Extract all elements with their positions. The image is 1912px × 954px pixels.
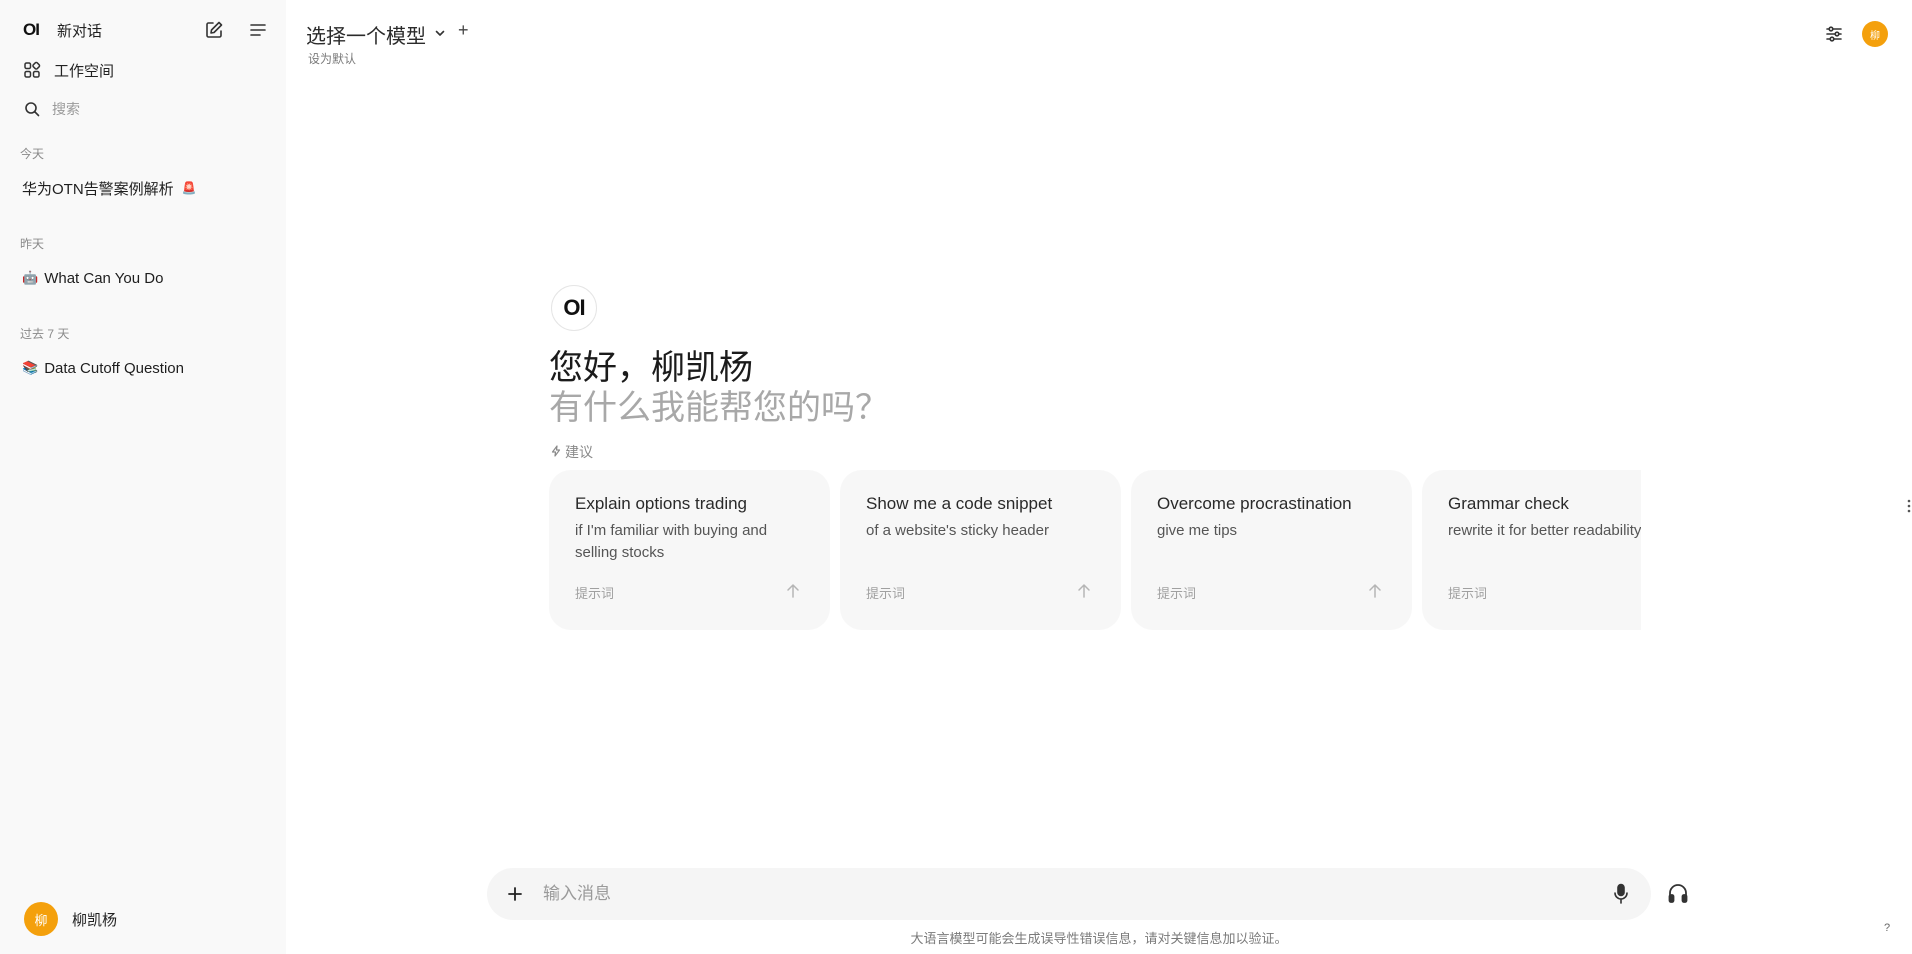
chat-title: 华为OTN告警案例解析 — [22, 180, 174, 198]
controls-icon[interactable] — [1820, 20, 1848, 48]
set-default-link[interactable]: 设为默认 — [308, 50, 356, 67]
avatar: 柳 — [24, 902, 58, 936]
bolt-icon — [551, 444, 561, 460]
suggestion-cards: Explain options trading if I'm familiar … — [549, 470, 1641, 630]
arrow-up-icon — [1368, 583, 1382, 604]
suggestions-label-text: 建议 — [565, 444, 593, 460]
chat-title: What Can You Do — [44, 269, 164, 287]
user-name: 柳凯杨 — [72, 911, 118, 929]
card-title: Grammar check — [1448, 494, 1569, 513]
arrow-up-icon — [786, 583, 800, 604]
user-menu[interactable]: 柳 柳凯杨 — [24, 902, 117, 936]
model-selector[interactable]: 选择一个模型 — [306, 20, 446, 49]
search-icon — [22, 99, 42, 119]
card-title: Overcome procrastination — [1157, 494, 1352, 513]
message-input[interactable] — [543, 884, 1591, 904]
add-model-button[interactable]: + — [458, 20, 469, 41]
card-subtitle: give me tips — [1157, 522, 1238, 539]
message-composer — [487, 868, 1651, 920]
suggestion-card[interactable]: Overcome procrastination give me tips 提示… — [1131, 470, 1412, 630]
card-prompt-label: 提示词 — [866, 586, 906, 601]
new-chat-icon[interactable] — [200, 16, 228, 44]
group-label-past-7-days: 过去 7 天 — [20, 327, 70, 341]
suggestion-card[interactable]: Show me a code snippet of a website's st… — [840, 470, 1121, 630]
card-title: Show me a code snippet — [866, 494, 1053, 513]
avatar[interactable]: 柳 — [1862, 21, 1888, 47]
sidebar: OI 新对话 工作空间 今天 华为OTN告警案例解析 🚨 — [0, 0, 286, 954]
arrow-up-icon — [1077, 583, 1091, 604]
sidebar-search — [14, 96, 272, 122]
microphone-icon[interactable] — [1591, 883, 1651, 905]
toggle-sidebar-icon[interactable] — [244, 16, 272, 44]
workspace-label: 工作空间 — [54, 62, 115, 80]
app: OI 新对话 工作空间 今天 华为OTN告警案例解析 🚨 — [0, 0, 1912, 954]
greeting-subtitle: 有什么我能帮您的吗？ — [549, 389, 889, 427]
suggestions-label: 建议 — [551, 442, 593, 462]
headphones-icon[interactable] — [1666, 881, 1690, 910]
chat-item[interactable]: 🤖 What Can You Do — [14, 263, 272, 293]
model-selector-label: 选择一个模型 — [306, 26, 426, 48]
grid-icon — [22, 60, 42, 80]
card-prompt-label: 提示词 — [1448, 586, 1488, 601]
group-label-yesterday: 昨天 — [20, 237, 45, 251]
robot-emoji-icon: 🤖 — [22, 270, 39, 285]
chat-item[interactable]: 华为OTN告警案例解析 🚨 — [14, 173, 272, 203]
top-bar: 选择一个模型 + 设为默认 柳 — [286, 0, 1912, 70]
card-subtitle: rewrite it for better readability — [1448, 522, 1641, 539]
workspace-link[interactable]: 工作空间 — [14, 56, 272, 84]
alarm-emoji-icon: 🚨 — [181, 181, 197, 195]
search-input[interactable] — [52, 101, 252, 117]
more-vertical-icon[interactable] — [1906, 498, 1912, 519]
group-label-today: 今天 — [20, 147, 45, 161]
disclaimer-text: 大语言模型可能会生成误导性错误信息，请对关键信息加以验证。 — [910, 931, 1288, 946]
hero-logo: OI — [551, 285, 597, 331]
chevron-down-icon — [434, 26, 446, 44]
header-actions: 柳 — [1820, 20, 1888, 48]
card-title: Explain options trading — [575, 494, 748, 513]
card-subtitle: if I'm familiar with buying and selling … — [575, 522, 768, 561]
new-chat-link[interactable]: 新对话 — [57, 20, 102, 41]
chat-item[interactable]: 📚 Data Cutoff Question — [14, 353, 272, 383]
books-emoji-icon: 📚 — [22, 360, 39, 375]
attach-plus-icon[interactable] — [487, 886, 543, 902]
card-prompt-label: 提示词 — [1157, 586, 1197, 601]
sidebar-header: OI 新对话 — [14, 16, 272, 44]
chat-title: Data Cutoff Question — [44, 359, 184, 377]
suggestion-card[interactable]: Grammar check rewrite it for better read… — [1422, 470, 1641, 630]
card-prompt-label: 提示词 — [575, 586, 615, 601]
card-subtitle: of a website's sticky header — [866, 522, 1049, 539]
suggestion-card[interactable]: Explain options trading if I'm familiar … — [549, 470, 830, 630]
app-logo: OI — [23, 20, 40, 39]
help-icon[interactable]: ? — [1878, 922, 1896, 940]
